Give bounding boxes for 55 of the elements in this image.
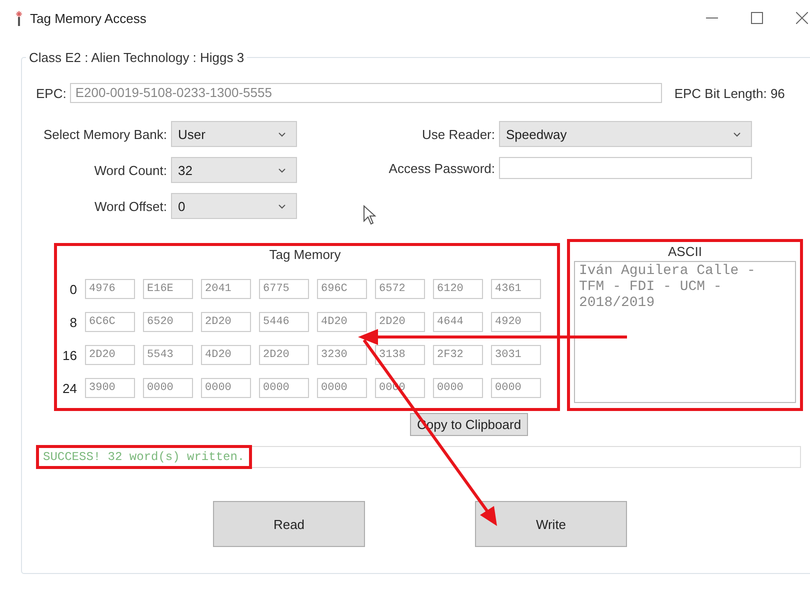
dropdown[interactable]: Speedway [499,121,752,147]
memory-word-field[interactable]: 0000 [143,378,193,398]
memory-word-field[interactable]: 2D20 [201,312,251,332]
field-label: Word Offset: [94,198,167,214]
memory-word-field[interactable]: 0000 [201,378,251,398]
dropdown[interactable]: User [171,121,297,147]
memory-word-field[interactable]: 6120 [433,279,483,299]
memory-word-field[interactable]: 696C [317,279,367,299]
memory-word-field[interactable]: 2D20 [259,345,309,365]
memory-word-field[interactable]: 3230 [317,345,367,365]
memory-word-field[interactable]: 3031 [491,345,541,365]
memory-word-field[interactable]: 4920 [491,312,541,332]
epc-bit-length: EPC Bit Length: 96 [674,86,785,100]
memory-word-field[interactable]: E16E [143,279,193,299]
status-message: SUCCESS! 32 word(s) written. [36,445,252,469]
memory-word-field[interactable]: 4D20 [317,312,367,332]
epc-label: EPC: [36,86,66,100]
epc-field[interactable]: E200-0019-5108-0233-1300-5555 [70,83,662,103]
action-button[interactable]: Write [475,501,627,547]
memory-word-field[interactable]: 6520 [143,312,193,332]
memory-word-field[interactable]: 2D20 [85,345,135,365]
memory-word-field[interactable]: 5543 [143,345,193,365]
memory-word-field[interactable]: 4D20 [201,345,251,365]
memory-word-field[interactable]: 0000 [433,378,483,398]
field-label: Access Password: [388,160,495,176]
memory-word-field[interactable]: 6C6C [85,312,135,332]
memory-word-field[interactable]: 3138 [375,345,425,365]
word-offset: 0 [68,282,77,296]
memory-word-field[interactable]: 6572 [375,279,425,299]
group-title: Class E2 : Alien Technology : Higgs 3 [28,50,246,65]
memory-word-field[interactable]: 4976 [85,279,135,299]
panel-title: ASCII [667,244,703,259]
memory-word-field[interactable]: 0000 [491,378,541,398]
memory-word-field[interactable]: 2041 [201,279,251,299]
memory-word-field[interactable]: 4361 [491,279,541,299]
action-button[interactable]: Read [213,501,365,547]
memory-word-field[interactable]: 3900 [85,378,135,398]
memory-word-field[interactable]: 0000 [259,378,309,398]
word-offset: 8 [68,314,77,330]
field-label: Word Count: [93,162,167,178]
memory-word-field[interactable]: 2F32 [433,345,483,365]
ascii-text-area[interactable]: Iván Aguilera Calle - TFM - FDI - UCM - 2018/2019 [574,261,796,403]
field-label: Select Memory Bank: [42,126,167,142]
panel-title: Tag Memory [268,247,342,262]
memory-word-field[interactable]: 0000 [317,378,367,398]
memory-word-field[interactable]: 6775 [259,279,309,299]
word-offset: 24 [62,380,77,396]
memory-word-field[interactable]: 4644 [433,312,483,332]
dropdown[interactable]: 32 [171,157,297,183]
memory-word-field[interactable]: 5446 [259,312,309,332]
window-title: Tag Memory Access [30,10,146,26]
word-offset: 16 [62,348,77,362]
memory-word-field[interactable]: 2D20 [375,312,425,332]
dropdown[interactable]: 0 [171,193,297,219]
field-label: Use Reader: [421,126,495,142]
